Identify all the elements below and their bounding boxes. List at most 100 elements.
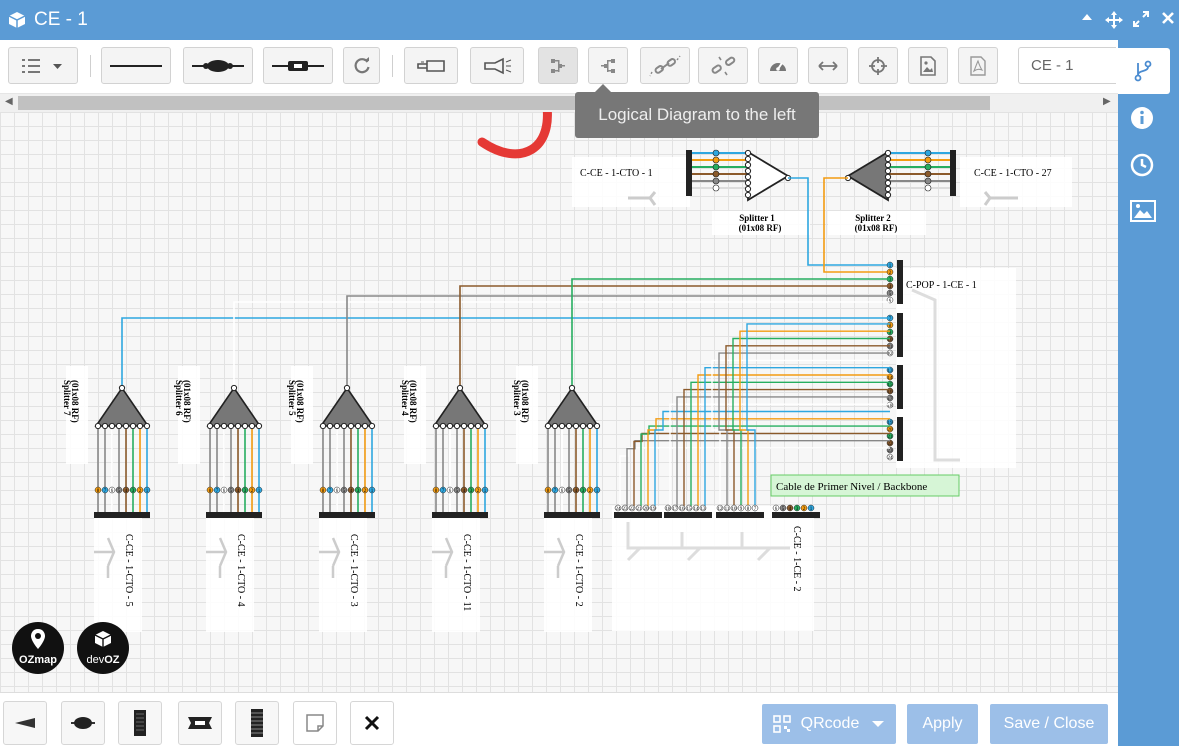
splitter-port-dot[interactable] bbox=[343, 384, 351, 392]
splitter-port-dot[interactable] bbox=[361, 422, 369, 430]
scrollbar-thumb[interactable] bbox=[18, 96, 990, 110]
splitter-port-dot[interactable] bbox=[884, 191, 892, 199]
splitter-port-dot[interactable] bbox=[467, 422, 475, 430]
splitter-port-dot[interactable] bbox=[456, 384, 464, 392]
pop-port-block[interactable] bbox=[897, 365, 903, 409]
splitter-port-dot[interactable] bbox=[744, 179, 752, 187]
output-port-block[interactable] bbox=[206, 512, 262, 518]
splitter-tool-button[interactable] bbox=[470, 47, 524, 84]
output-port-block[interactable] bbox=[432, 512, 488, 518]
splitter-1-shape[interactable] bbox=[747, 150, 790, 202]
qrcode-button[interactable]: QRcode bbox=[762, 704, 896, 744]
splitter-port-dot[interactable] bbox=[248, 422, 256, 430]
port-dot[interactable] bbox=[924, 177, 932, 185]
cable-port-blocks[interactable]: 24 23 22 21 20 19 18 17 16 15 14 13 12 11 10 9 8 7 6 5 4 3 2 1 bbox=[614, 504, 820, 518]
splitter-port-dot[interactable] bbox=[884, 173, 892, 181]
info-icon[interactable] bbox=[1130, 106, 1154, 130]
logical-diagram-right-button[interactable] bbox=[588, 47, 628, 84]
port-dot[interactable] bbox=[712, 177, 720, 185]
splitter-port-dot[interactable] bbox=[206, 422, 214, 430]
pop-port-block[interactable] bbox=[897, 417, 903, 461]
olt-tool-button[interactable] bbox=[404, 47, 458, 84]
cable-port-block[interactable] bbox=[716, 512, 764, 518]
port-dot[interactable] bbox=[712, 163, 720, 171]
splitter-shape[interactable] bbox=[206, 386, 262, 427]
splitter-port-dot[interactable] bbox=[460, 422, 468, 430]
cto-right-port-block[interactable] bbox=[950, 150, 956, 196]
layers-menu-button[interactable] bbox=[8, 47, 78, 84]
cable-port-block[interactable] bbox=[664, 512, 712, 518]
port-dot[interactable] bbox=[924, 156, 932, 164]
splitter-port-dot[interactable] bbox=[118, 384, 126, 392]
splitter-port-dot[interactable] bbox=[744, 185, 752, 193]
port-dot[interactable] bbox=[924, 149, 932, 157]
splitter-port-dot[interactable] bbox=[227, 422, 235, 430]
splitter-port-dot[interactable] bbox=[453, 422, 461, 430]
splitter-port-dot[interactable] bbox=[744, 161, 752, 169]
add-connector-button[interactable] bbox=[178, 701, 222, 745]
unlink-cables-button[interactable] bbox=[698, 47, 748, 84]
port-dot[interactable] bbox=[712, 149, 720, 157]
collapse-icon[interactable] bbox=[1080, 10, 1094, 24]
splitter-port-dot[interactable] bbox=[884, 149, 892, 157]
splitter-port-dot[interactable] bbox=[354, 422, 362, 430]
cto-left-port-block[interactable] bbox=[686, 150, 692, 196]
logical-diagram-left-button[interactable] bbox=[538, 47, 578, 84]
splitter-port-dot[interactable] bbox=[744, 149, 752, 157]
fit-width-button[interactable] bbox=[808, 47, 848, 84]
splitter-port-dot[interactable] bbox=[446, 422, 454, 430]
splitter-port-dot[interactable] bbox=[319, 422, 327, 430]
scroll-left-icon[interactable]: ◀ bbox=[5, 96, 13, 107]
splitter-port-dot[interactable] bbox=[568, 384, 576, 392]
splitter-port-dot[interactable] bbox=[586, 422, 594, 430]
splitter-2-shape[interactable] bbox=[846, 150, 889, 202]
splitter-port-dot[interactable] bbox=[551, 422, 559, 430]
add-note-button[interactable] bbox=[293, 701, 337, 745]
port-dot[interactable] bbox=[712, 170, 720, 178]
history-icon[interactable] bbox=[1130, 153, 1154, 177]
splitter-port-dot[interactable] bbox=[108, 422, 116, 430]
link-cables-button[interactable] bbox=[640, 47, 690, 84]
splitter-port-dot[interactable] bbox=[744, 155, 752, 163]
power-meter-button[interactable] bbox=[758, 47, 798, 84]
export-pdf-button[interactable] bbox=[958, 47, 998, 84]
splitter-port-dot[interactable] bbox=[122, 422, 130, 430]
splitter-port-dot[interactable] bbox=[744, 167, 752, 175]
splitter-port-dot[interactable] bbox=[884, 179, 892, 187]
apply-button[interactable]: Apply bbox=[907, 704, 978, 744]
splitter-port-dot[interactable] bbox=[220, 422, 228, 430]
splitter-shape[interactable] bbox=[94, 386, 150, 427]
port-dot[interactable] bbox=[924, 163, 932, 171]
scroll-right-icon[interactable]: ▶ bbox=[1103, 96, 1111, 107]
splitter-port-dot[interactable] bbox=[136, 422, 144, 430]
save-close-button[interactable]: Save / Close bbox=[990, 704, 1108, 744]
splitter-port-dot[interactable] bbox=[234, 422, 242, 430]
cable-tool-button[interactable] bbox=[101, 47, 171, 84]
splitter-port-dot[interactable] bbox=[241, 422, 249, 430]
connector-tool-button[interactable] bbox=[263, 47, 333, 84]
diagram-canvas[interactable]: C-CE - 1-CTO - 1 C-CE - 1-CTO - 27 Split… bbox=[0, 112, 1118, 692]
move-icon[interactable] bbox=[1104, 10, 1124, 30]
splitter-port-dot[interactable] bbox=[579, 422, 587, 430]
splitter-port-dot[interactable] bbox=[115, 422, 123, 430]
splitter-port-dot[interactable] bbox=[255, 422, 263, 430]
center-diagram-button[interactable] bbox=[858, 47, 898, 84]
splitter-port-dot[interactable] bbox=[347, 422, 355, 430]
splitter-port-dot[interactable] bbox=[101, 422, 109, 430]
pop-port-block[interactable] bbox=[897, 260, 903, 304]
splitter-port-dot[interactable] bbox=[213, 422, 221, 430]
port-dot[interactable] bbox=[712, 184, 720, 192]
add-laser-button[interactable] bbox=[3, 701, 47, 745]
image-icon[interactable] bbox=[1130, 200, 1156, 222]
close-icon[interactable] bbox=[1160, 10, 1176, 26]
splitter-port-dot[interactable] bbox=[884, 185, 892, 193]
splitter-port-dot[interactable] bbox=[432, 422, 440, 430]
splitter-port-dot[interactable] bbox=[884, 167, 892, 175]
splitter-port-dot[interactable] bbox=[544, 422, 552, 430]
splitter-port-dot[interactable] bbox=[129, 422, 137, 430]
output-port-block[interactable] bbox=[319, 512, 375, 518]
splitter-port-dot[interactable] bbox=[143, 422, 151, 430]
splitter-shape[interactable] bbox=[544, 386, 600, 427]
port-dot[interactable] bbox=[924, 184, 932, 192]
output-port-block[interactable] bbox=[544, 512, 600, 518]
